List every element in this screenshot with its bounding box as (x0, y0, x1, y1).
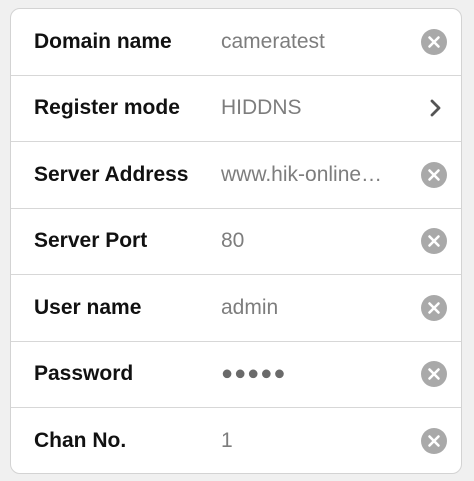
register-mode-value: HIDDNS (221, 96, 302, 120)
clear-icon[interactable] (421, 228, 447, 255)
chan-no-row: Chan No. 1 (11, 408, 461, 473)
register-mode-row[interactable]: Register mode HIDDNS (11, 76, 461, 142)
clear-icon[interactable] (421, 428, 447, 455)
device-settings-form: Domain name cameratest Register mode HID… (10, 8, 462, 474)
user-name-label: User name (34, 295, 142, 319)
server-address-label: Server Address (34, 162, 189, 186)
user-name-row: User name admin (11, 275, 461, 342)
chevron-right-icon[interactable] (429, 98, 443, 118)
server-address-field[interactable]: www.hik-online… (221, 163, 417, 187)
user-name-field[interactable]: admin (221, 296, 417, 320)
chan-no-label: Chan No. (34, 429, 127, 453)
password-field[interactable]: ●●●●● (221, 363, 417, 386)
server-address-row: Server Address www.hik-online… (11, 142, 461, 209)
server-port-label: Server Port (34, 229, 148, 253)
clear-icon[interactable] (421, 361, 447, 388)
register-mode-label: Register mode (34, 96, 180, 120)
clear-icon[interactable] (421, 28, 447, 55)
chan-no-field[interactable]: 1 (221, 429, 417, 453)
password-row: Password ●●●●● (11, 342, 461, 408)
clear-icon[interactable] (421, 294, 447, 321)
server-port-row: Server Port 80 (11, 209, 461, 275)
clear-icon[interactable] (421, 161, 447, 188)
domain-name-field[interactable]: cameratest (221, 30, 417, 54)
domain-name-row: Domain name cameratest (11, 9, 461, 76)
server-port-field[interactable]: 80 (221, 229, 417, 253)
domain-name-label: Domain name (34, 29, 172, 53)
password-label: Password (34, 362, 134, 386)
